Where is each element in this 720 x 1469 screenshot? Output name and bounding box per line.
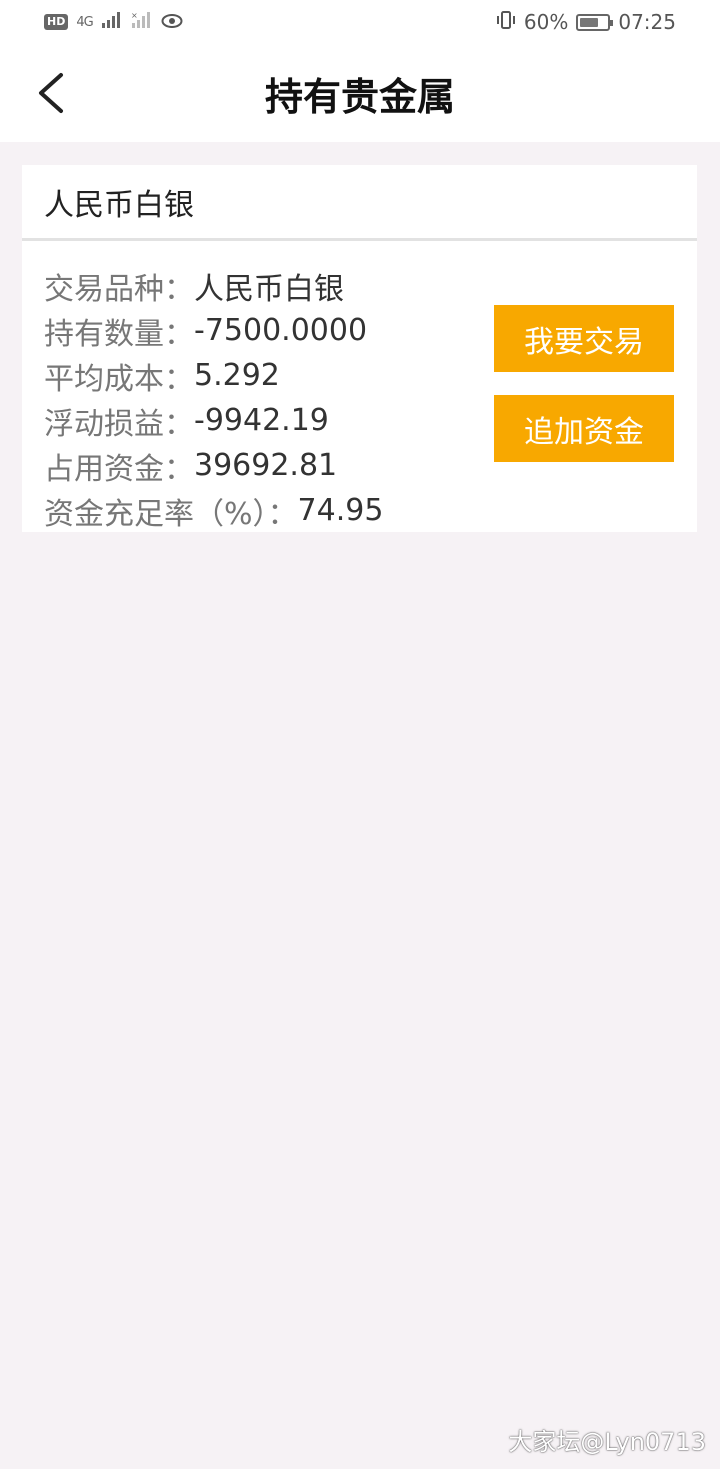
eye-icon	[161, 10, 183, 34]
clock: 07:25	[618, 10, 676, 34]
row-product: 交易品种： 人民币白银	[44, 263, 697, 308]
add-funds-button[interactable]: 追加资金	[494, 395, 674, 462]
row-value: 5.292	[194, 358, 280, 393]
row-label: 平均成本：	[44, 361, 194, 397]
page-title: 持有贵金属	[264, 74, 455, 119]
nav-bar: 持有贵金属	[0, 44, 720, 142]
card-body: 交易品种： 人民币白银 持有数量： -7500.0000 平均成本： 5.292…	[22, 241, 697, 533]
row-funding-ratio: 资金充足率（%）： 74.95	[44, 488, 697, 533]
row-label: 持有数量：	[44, 316, 194, 352]
vibrate-icon	[496, 10, 516, 35]
row-value: 人民币白银	[194, 271, 344, 307]
hd-badge: HD	[44, 14, 69, 30]
row-label: 资金充足率（%）：	[44, 496, 298, 532]
signal-bars-icon	[101, 11, 123, 33]
row-value: 39692.81	[194, 448, 338, 483]
row-value: 74.95	[297, 493, 384, 528]
holding-card: 人民币白银 交易品种： 人民币白银 持有数量： -7500.0000 平均成本：…	[22, 165, 697, 532]
svg-text:×: ×	[131, 11, 137, 20]
row-value: -9942.19	[194, 403, 329, 438]
watermark: 大家坛@Lyn0713	[508, 1428, 706, 1456]
battery-icon	[576, 13, 614, 31]
row-label: 占用资金：	[44, 451, 194, 487]
signal-bars-no-service-icon: ×	[131, 11, 153, 33]
row-value: -7500.0000	[194, 313, 368, 348]
back-button[interactable]	[28, 70, 72, 116]
battery-percent: 60%	[523, 10, 569, 34]
status-bar: HD 4G × 60% 07:25	[0, 0, 720, 44]
status-right: 60% 07:25	[496, 10, 676, 35]
trade-button[interactable]: 我要交易	[494, 305, 674, 372]
network-type: 4G	[76, 14, 93, 30]
status-left: HD 4G ×	[44, 10, 183, 34]
row-label: 交易品种：	[44, 271, 194, 307]
chevron-left-icon	[39, 73, 63, 113]
card-header: 人民币白银	[22, 165, 697, 241]
row-label: 浮动损益：	[44, 406, 194, 442]
